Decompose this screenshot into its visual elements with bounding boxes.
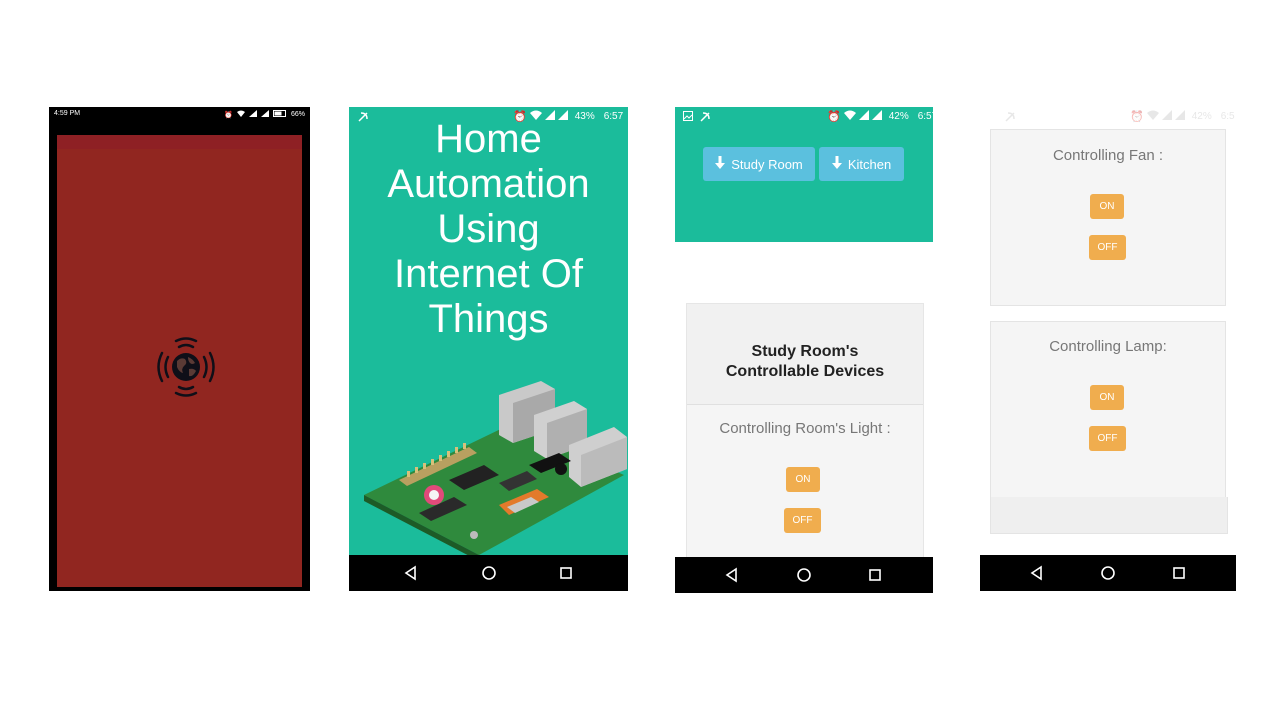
title-line: Automation	[387, 162, 590, 206]
status-icons: ⏰ 66%	[224, 110, 305, 119]
back-icon[interactable]	[401, 563, 421, 583]
image-notification-icon	[683, 111, 693, 124]
lamp-on-button[interactable]: ON	[1090, 385, 1124, 410]
room-selector-header: ⏰ 42% 6:57 Study Room Kitchen	[675, 107, 937, 242]
android-nav-bar	[349, 555, 628, 591]
splash-background	[57, 135, 302, 587]
title-screen-phone: ⏰ 43% 6:57 Home Automation Using Interne…	[349, 107, 628, 591]
title-line: Using	[437, 207, 540, 251]
arrow-down-icon	[831, 156, 842, 172]
fan-off-button[interactable]: OFF	[1089, 235, 1126, 260]
status-time: 6:5	[1220, 111, 1235, 122]
battery-icon	[272, 110, 287, 119]
home-icon[interactable]	[1098, 563, 1118, 583]
raspberry-pi-image	[359, 365, 628, 561]
alarm-icon: ⏰	[1130, 111, 1144, 123]
devices-scroll-screen-phone: ⏰ 42% 6:5 Controlling Fan : ON OFF Contr…	[980, 107, 1236, 591]
recents-icon[interactable]	[1169, 563, 1189, 583]
study-room-button[interactable]: Study Room	[703, 147, 815, 181]
home-icon[interactable]	[794, 565, 814, 585]
globe-broadcast-icon	[155, 335, 217, 399]
fan-on-button[interactable]: ON	[1090, 194, 1124, 219]
battery-percent: 42%	[1191, 111, 1212, 122]
lamp-off-button[interactable]: OFF	[1089, 426, 1126, 451]
wifi-icon	[236, 110, 245, 119]
signal-icon	[858, 110, 869, 123]
arrow-down-icon	[715, 156, 726, 172]
status-bar: 4:59 PM ⏰ 66%	[49, 107, 310, 121]
alarm-icon: ⏰	[827, 111, 841, 123]
battery-percent: 66%	[290, 111, 305, 118]
title-line: Home	[435, 117, 542, 161]
room-light-label: Controlling Room's Light :	[719, 420, 891, 437]
status-time: 4:59 PM	[54, 110, 81, 117]
panel-footer	[990, 497, 1228, 534]
lamp-label: Controlling Lamp:	[1049, 338, 1167, 355]
study-room-label: Study Room	[731, 156, 803, 172]
signal-icon	[1161, 110, 1172, 123]
app-title: Home Automation Using Internet Of Things	[349, 117, 628, 342]
signal-icon-2	[871, 110, 882, 123]
android-nav-bar	[980, 555, 1236, 591]
devices-card: Study Room's Controllable Devices Contro…	[686, 303, 924, 559]
signal-icon-2	[1174, 110, 1185, 123]
fan-label: Controlling Fan :	[1052, 147, 1164, 164]
splash-screen-phone: 4:59 PM ⏰ 66%	[49, 107, 310, 591]
signal-icon	[248, 110, 257, 119]
status-time: 6:57	[917, 111, 938, 122]
recents-icon[interactable]	[865, 565, 885, 585]
status-icons: ⏰ 42% 6:5	[1130, 110, 1235, 123]
notification-icon	[1004, 111, 1016, 126]
title-line: Things	[428, 297, 549, 341]
back-icon[interactable]	[722, 565, 742, 585]
android-nav-bar	[675, 557, 933, 593]
light-off-button[interactable]: OFF	[784, 508, 821, 533]
recents-icon[interactable]	[556, 563, 576, 583]
status-bar: ⏰ 42% 6:5	[980, 107, 1236, 127]
app-bar	[57, 135, 302, 149]
title-line: Internet Of	[394, 252, 583, 296]
wifi-icon	[843, 110, 856, 123]
study-room-screen-phone: ⏰ 42% 6:57 Study Room Kitchen Study Room…	[675, 107, 937, 593]
status-icons: ⏰ 42% 6:57	[827, 110, 937, 123]
kitchen-label: Kitchen	[847, 156, 892, 172]
lamp-panel: Controlling Lamp: ON OFF	[990, 321, 1226, 498]
fan-panel: Controlling Fan : ON OFF	[990, 129, 1226, 306]
card-title: Study Room's Controllable Devices	[725, 343, 885, 380]
status-bar: ⏰ 42% 6:57	[675, 107, 937, 127]
home-icon[interactable]	[479, 563, 499, 583]
alarm-icon: ⏰	[224, 111, 233, 119]
battery-percent: 42%	[888, 111, 909, 122]
back-icon[interactable]	[1027, 563, 1047, 583]
signal-icon-2	[260, 110, 269, 119]
notification-icon	[699, 111, 711, 126]
wifi-icon	[1146, 110, 1159, 123]
card-header: Study Room's Controllable Devices	[687, 304, 923, 405]
kitchen-button[interactable]: Kitchen	[819, 147, 904, 181]
light-on-button[interactable]: ON	[786, 467, 820, 492]
